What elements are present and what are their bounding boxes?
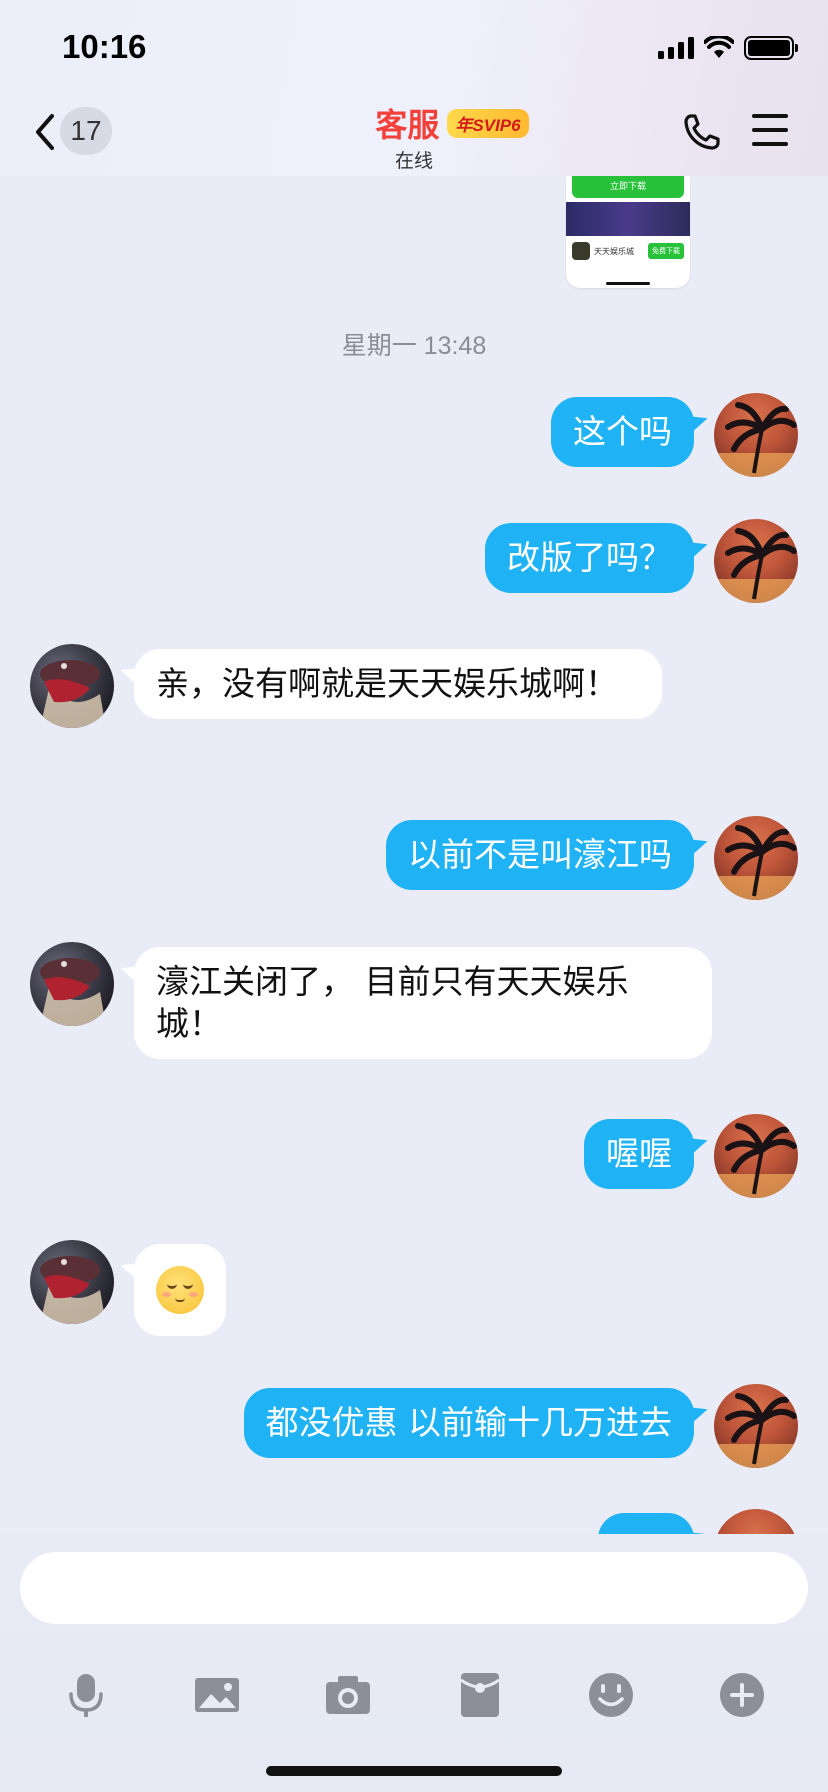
plus-icon[interactable] [717, 1670, 767, 1720]
phone-call-icon[interactable] [682, 112, 722, 152]
thumbnail-free-download: 免费下载 [648, 243, 684, 259]
my-avatar[interactable] [714, 519, 798, 603]
home-indicator [266, 1766, 562, 1776]
relieved-face-emoji-icon [156, 1266, 204, 1314]
composer-toolbar [0, 1670, 828, 1730]
palm-tree-icon [714, 1393, 798, 1468]
thumbnail-banner [566, 202, 690, 236]
my-avatar[interactable] [714, 393, 798, 477]
message-bubble-sent[interactable]: 喔喔 [584, 1119, 694, 1189]
mic-icon[interactable] [61, 1670, 111, 1720]
camera-icon[interactable] [323, 1670, 373, 1720]
status-time: 10:16 [62, 28, 147, 65]
emoji-icon[interactable] [586, 1670, 636, 1720]
message-bubble-received[interactable]: 濠江关闭了， 目前只有天天娱乐城！ [134, 947, 712, 1059]
service-avatar[interactable] [30, 644, 114, 728]
service-avatar[interactable] [30, 942, 114, 1026]
my-avatar[interactable] [714, 1509, 798, 1534]
palm-tree-icon [714, 402, 798, 477]
cellular-signal-icon [658, 37, 694, 59]
message-bubble-sent[interactable]: 都没优惠 以前输十几万进去 [243, 1388, 694, 1458]
my-avatar[interactable] [714, 1114, 798, 1198]
thumbnail-app-name: 天天娱乐城 [594, 246, 634, 256]
palm-tree-icon [714, 528, 798, 603]
message-input[interactable] [20, 1552, 808, 1624]
character-portrait-icon [40, 660, 106, 728]
status-icons [658, 36, 798, 60]
vip-badge: 年SVIP6 [447, 108, 529, 138]
image-icon[interactable] [192, 1670, 242, 1720]
image-message-thumbnail[interactable]: 立即下载 天天娱乐城 免费下载 [566, 176, 690, 288]
palm-tree-icon [714, 1123, 798, 1198]
menu-icon[interactable] [752, 114, 788, 148]
battery-icon [744, 36, 798, 60]
app-icon [572, 242, 590, 260]
chat-title: 客服 [375, 106, 440, 144]
message-bubble-sent[interactable]: 这个吗 [551, 397, 694, 467]
wifi-icon [704, 36, 734, 58]
palm-tree-icon [714, 825, 798, 900]
red-packet-icon[interactable] [455, 1670, 505, 1720]
my-avatar[interactable] [714, 1384, 798, 1468]
chat-timestamp: 星期一 13:48 [341, 332, 487, 360]
character-portrait-icon [40, 1256, 106, 1324]
chat-area[interactable]: 立即下载 天天娱乐城 免费下载 星期一 13:48 这个吗 改版了吗？ 亲，没有… [0, 176, 828, 1534]
message-bubble-sent-partial[interactable] [598, 1513, 694, 1534]
thumbnail-download-button: 立即下载 [572, 176, 684, 198]
top-bar: 10:16 17 客服 年SVIP6 在线 [0, 0, 828, 176]
message-bubble-sent[interactable]: 以前不是叫濠江吗 [386, 820, 694, 890]
composer-bar [0, 1534, 828, 1792]
service-avatar[interactable] [30, 1240, 114, 1324]
my-avatar[interactable] [714, 816, 798, 900]
message-bubble-sent[interactable]: 改版了吗？ [485, 523, 694, 593]
message-bubble-received[interactable]: 亲，没有啊就是天天娱乐城啊！ [134, 649, 662, 719]
character-portrait-icon [40, 958, 106, 1026]
message-bubble-received[interactable] [134, 1244, 226, 1336]
